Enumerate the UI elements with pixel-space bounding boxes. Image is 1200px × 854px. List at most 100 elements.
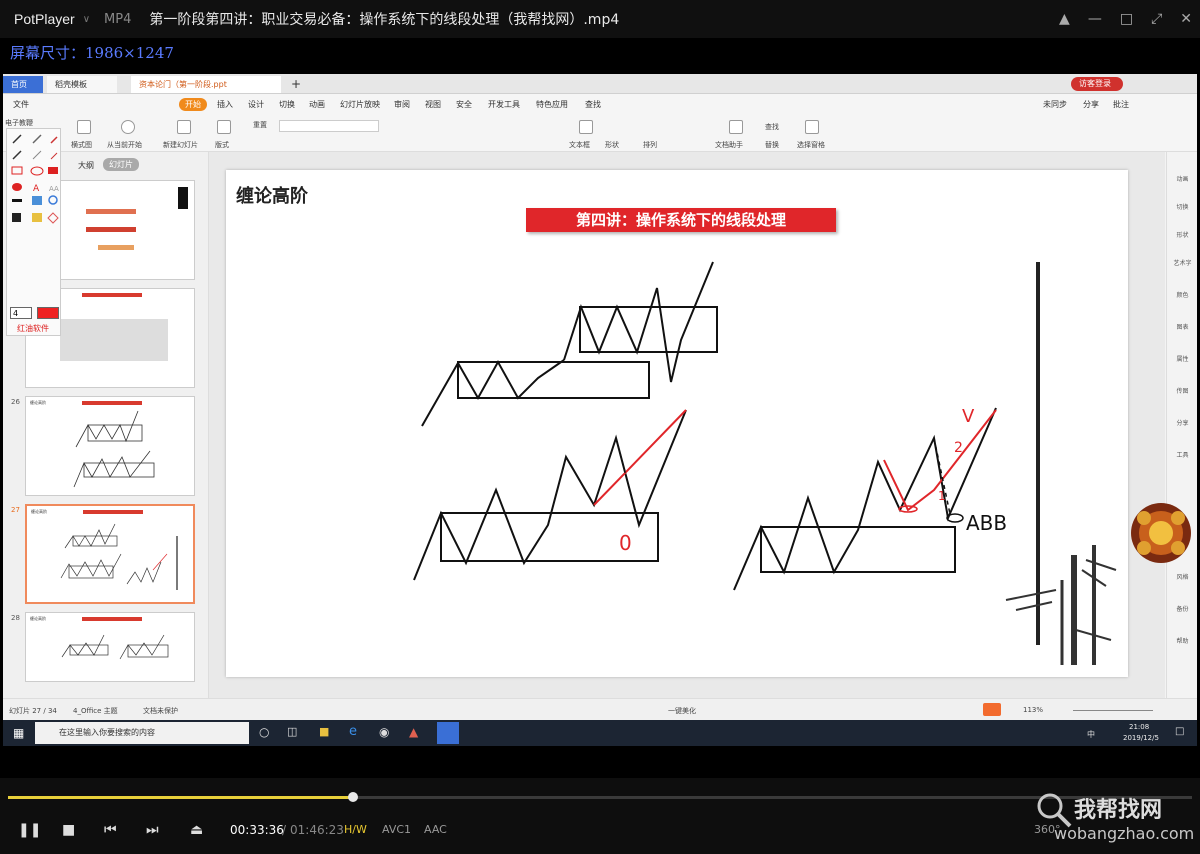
new-slide-icon[interactable]: [177, 120, 191, 134]
slide-thumbnail-26[interactable]: 缠论高阶: [25, 396, 195, 496]
pen-size-select[interactable]: 4: [10, 307, 32, 319]
slide-canvas[interactable]: 缠论高阶 第四讲：操作系统下的线段处理 0 ABB 2 1 V: [226, 170, 1128, 677]
ribbon-new-slide[interactable]: 新建幻灯片: [163, 140, 198, 150]
wps-taskbar-icon[interactable]: ▲: [409, 725, 418, 739]
audio-codec-badge[interactable]: AAC: [424, 823, 447, 836]
wps-presentation-taskbar-icon[interactable]: [437, 722, 459, 744]
thumbnail-drawing: [61, 634, 169, 660]
new-tab-button[interactable]: +: [283, 76, 303, 93]
lotus-badge-icon: [1131, 503, 1191, 563]
windows-start-icon[interactable]: ▦: [13, 726, 24, 740]
previous-icon[interactable]: ⏮: [104, 822, 117, 838]
pen-tools-grid: A AA: [11, 134, 59, 224]
zoom-level[interactable]: 113%: [1023, 706, 1043, 714]
menu-find[interactable]: 查找: [585, 99, 601, 110]
rail-tools[interactable]: 工具: [1167, 450, 1197, 459]
layout-icon[interactable]: [217, 120, 231, 134]
seek-handle[interactable]: [348, 792, 358, 802]
menu-slideshow[interactable]: 幻灯片放映: [340, 99, 380, 110]
chrome-icon[interactable]: ◉: [379, 725, 389, 739]
notification-icon[interactable]: □: [1175, 726, 1184, 737]
ribbon-reset[interactable]: 重置: [253, 120, 267, 130]
share-button[interactable]: 分享: [1083, 99, 1099, 110]
tab-document[interactable]: 资本论门（第一阶段.ppt: [131, 76, 281, 93]
zoom-slider[interactable]: [1073, 710, 1153, 711]
rail-backup[interactable]: 备份: [1167, 604, 1197, 613]
hardware-decode-badge[interactable]: H/W: [344, 823, 367, 836]
sync-status[interactable]: 未同步: [1043, 99, 1067, 110]
menu-file[interactable]: 文件: [13, 99, 29, 110]
menu-features[interactable]: 特色应用: [536, 99, 568, 110]
rail-transition[interactable]: 切换: [1167, 202, 1197, 211]
protect-status[interactable]: 文档未保护: [143, 706, 178, 716]
seek-progress: [8, 796, 353, 799]
play-slideshow-button[interactable]: [983, 703, 1001, 716]
menu-security[interactable]: 安全: [456, 99, 472, 110]
rail-share[interactable]: 分享: [1167, 418, 1197, 427]
login-button[interactable]: 访客登录: [1071, 77, 1123, 91]
pin-icon[interactable]: ▲: [1059, 11, 1070, 27]
annotation-one: 1: [938, 489, 946, 503]
slide-thumbnail-28[interactable]: 缠论高阶: [25, 612, 195, 682]
ribbon-arrange[interactable]: 排列: [643, 140, 657, 150]
textbox-icon[interactable]: [579, 120, 593, 134]
chevron-down-icon[interactable]: ∨: [83, 14, 90, 25]
taskbar-search-box[interactable]: 在这里输入你要搜索的内容: [35, 722, 249, 744]
pause-icon[interactable]: ❚❚: [18, 822, 41, 838]
rail-chart[interactable]: 图表: [1167, 322, 1197, 331]
ime-indicator[interactable]: 中: [1087, 729, 1095, 740]
ribbon-shape[interactable]: 横式图: [71, 140, 92, 150]
play-from-current-icon[interactable]: [121, 120, 135, 134]
rail-properties[interactable]: 属性: [1167, 354, 1197, 363]
close-icon[interactable]: ✕: [1180, 11, 1192, 27]
ribbon-doc-assistant[interactable]: 文档助手: [715, 140, 743, 150]
menu-transition[interactable]: 切换: [279, 99, 295, 110]
comment-button[interactable]: 批注: [1113, 99, 1129, 110]
rail-shape[interactable]: 形状: [1167, 230, 1197, 239]
select-pane-icon[interactable]: [805, 120, 819, 134]
eject-icon[interactable]: ⏏: [190, 822, 203, 838]
tab-outline[interactable]: 大纲: [78, 160, 94, 171]
doc-assistant-icon[interactable]: [729, 120, 743, 134]
ribbon-textbox[interactable]: 文本框: [569, 140, 590, 150]
tab-home[interactable]: 首页: [3, 76, 43, 93]
rail-help[interactable]: 帮助: [1167, 636, 1197, 645]
menu-animation[interactable]: 动画: [309, 99, 325, 110]
menu-view[interactable]: 视图: [425, 99, 441, 110]
ribbon-select-pane[interactable]: 选择窗格: [797, 140, 825, 150]
task-view-icon[interactable]: ◫: [287, 725, 297, 738]
video-codec-badge[interactable]: AVC1: [382, 823, 411, 836]
file-explorer-icon[interactable]: ■: [319, 725, 329, 738]
rail-color[interactable]: 颜色: [1167, 290, 1197, 299]
rail-animation[interactable]: 动画: [1167, 174, 1197, 183]
ribbon-shapes[interactable]: 形状: [605, 140, 619, 150]
ribbon-play-current[interactable]: 从当前开始: [107, 140, 142, 150]
menu-insert[interactable]: 插入: [217, 99, 233, 110]
beautify-button[interactable]: 一键美化: [668, 706, 696, 716]
font-name-field[interactable]: [279, 120, 379, 132]
svg-text:AA: AA: [49, 185, 59, 193]
app-brand[interactable]: PotPlayer: [0, 11, 75, 27]
menu-developer[interactable]: 开发工具: [488, 99, 520, 110]
slide-thumbnail-27[interactable]: 缠论高阶: [25, 504, 195, 604]
pen-color-select[interactable]: [37, 307, 59, 319]
rail-wordart[interactable]: 艺术字: [1167, 258, 1197, 267]
tab-docer[interactable]: 稻壳模板: [47, 76, 117, 93]
minimize-icon[interactable]: —: [1088, 11, 1102, 27]
menu-review[interactable]: 审阅: [394, 99, 410, 110]
cortana-icon[interactable]: ○: [259, 725, 269, 739]
ribbon-layout[interactable]: 版式: [215, 140, 229, 150]
stop-icon[interactable]: ■: [62, 822, 75, 838]
edge-icon[interactable]: e: [349, 724, 357, 739]
next-icon[interactable]: ⏭: [146, 822, 159, 838]
fullscreen-icon[interactable]: ⤢: [1151, 11, 1162, 27]
ribbon-find[interactable]: 查找: [765, 122, 779, 132]
tab-slides[interactable]: 幻灯片: [103, 158, 139, 171]
ribbon-replace[interactable]: 替换: [765, 140, 779, 150]
menu-design[interactable]: 设计: [248, 99, 264, 110]
rail-upload-image[interactable]: 传图: [1167, 386, 1197, 395]
maximize-icon[interactable]: □: [1120, 11, 1133, 27]
menu-start[interactable]: 开始: [179, 98, 207, 111]
shape-icon[interactable]: [77, 120, 91, 134]
ribbon-pointer-label: 电子教鞭: [5, 119, 33, 127]
